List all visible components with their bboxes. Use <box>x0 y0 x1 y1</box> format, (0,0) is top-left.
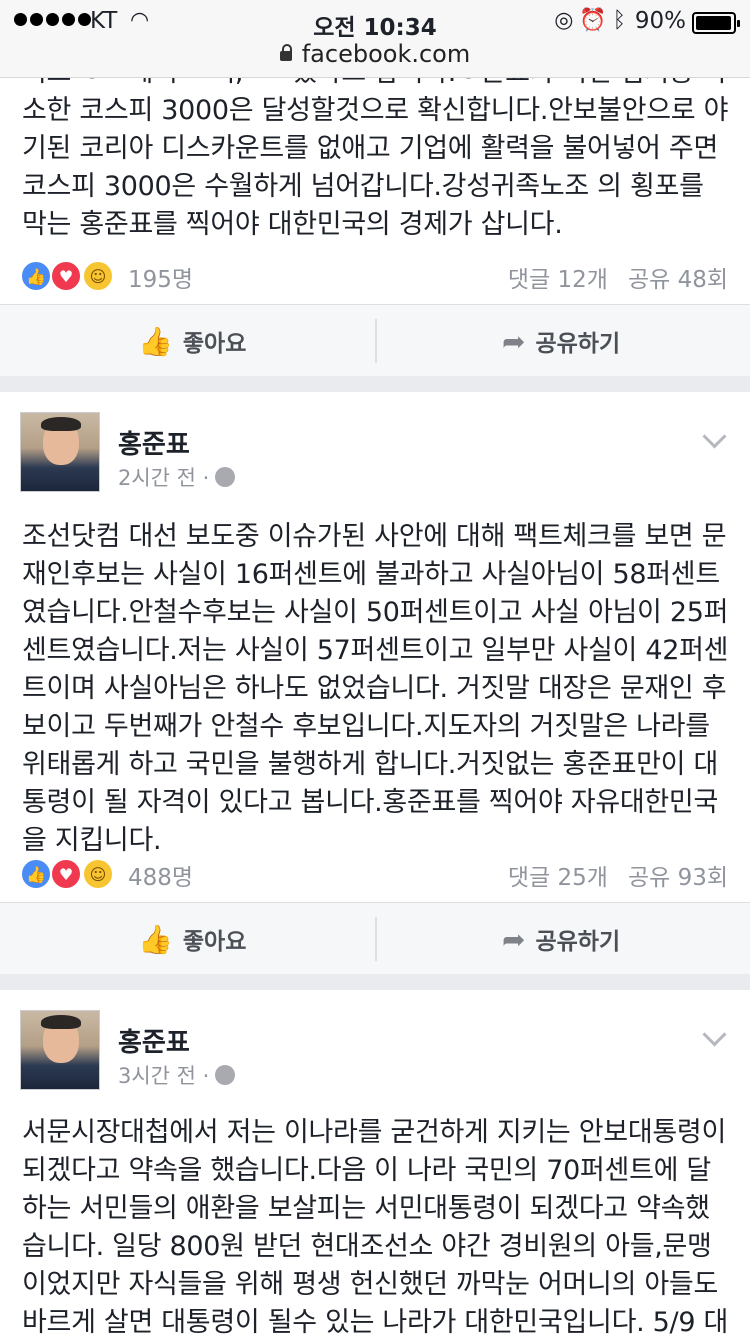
thumbs-up-icon: 👍 <box>138 324 173 358</box>
post-stats: 댓글 25개 공유 93회 <box>508 858 728 892</box>
post-text: 서문시장대첩에서 저는 이나라를 굳건하게 지키는 안보대통령이 되겠다고 약속… <box>22 1117 729 1334</box>
shares-count[interactable]: 공유 93회 <box>628 865 728 891</box>
reactions-row[interactable]: 👍 ♥ ☺ 195명 댓글 12개 공유 48회 <box>20 258 728 298</box>
post-card: 홍준표 3시간 전 · 서문시장대첩에서 저는 이나라를 굳건하게 지키는 안보… <box>0 990 750 1334</box>
globe-icon <box>215 1065 236 1085</box>
share-arrow-icon: ➦ <box>502 922 526 956</box>
reactions-count: 488명 <box>128 865 194 891</box>
chevron-down-icon[interactable] <box>702 1024 730 1052</box>
shares-count[interactable]: 공유 48회 <box>628 267 728 293</box>
author-name[interactable]: 홍준표 <box>118 1022 190 1059</box>
haha-reaction-icon: ☺ <box>82 260 114 292</box>
lock-icon <box>279 44 292 61</box>
share-button[interactable]: ➦ 공유하기 <box>502 305 620 377</box>
like-button[interactable]: 👍 좋아요 <box>138 903 246 975</box>
haha-reaction-icon: ☺ <box>82 858 114 890</box>
share-label: 공유하기 <box>535 929 621 955</box>
like-button[interactable]: 👍 좋아요 <box>138 305 246 377</box>
share-label: 공유하기 <box>535 331 621 357</box>
action-divider <box>375 917 377 961</box>
address-bar[interactable]: facebook.com <box>0 40 750 68</box>
action-divider <box>375 319 377 363</box>
browser-top-bar: KT ◠ 오전 10:34 ◎⏰ᛒ 90% facebook.com <box>0 0 750 78</box>
reactions-count: 195명 <box>128 267 194 293</box>
post-meta: 2시간 전 · <box>118 462 236 492</box>
post-action-bar: 👍 좋아요 ➦ 공유하기 <box>0 304 750 376</box>
reactions-row[interactable]: 👍 ♥ ☺ 488명 댓글 25개 공유 93회 <box>20 856 728 896</box>
like-reaction-icon: 👍 <box>20 858 52 890</box>
battery-fill <box>696 16 732 30</box>
author-avatar[interactable] <box>20 1010 100 1090</box>
battery-icon <box>692 12 740 34</box>
author-name[interactable]: 홍준표 <box>118 424 190 461</box>
love-reaction-icon: ♥ <box>50 858 82 890</box>
share-button[interactable]: ➦ 공유하기 <box>502 903 620 975</box>
like-reaction-icon: 👍 <box>20 260 52 292</box>
facebook-mobile-feed: KT ◠ 오전 10:34 ◎⏰ᛒ 90% facebook.com 이드 ㅎㄷ… <box>0 0 750 1334</box>
post-text: 이드 ㅎㄷ에서 ㄷ씩,ㅗㅗ였다고 합니다.ㅎ준표가 되면 임기중 최소한 코스피… <box>22 57 729 240</box>
share-arrow-icon: ➦ <box>502 324 526 358</box>
post-time[interactable]: 3시간 전 · <box>118 1060 209 1090</box>
url-text: facebook.com <box>301 40 471 68</box>
post-card: 홍준표 2시간 전 · 조선닷컴 대선 보도중 이슈가된 사안에 대해 팩트체크… <box>0 392 750 974</box>
status-bar: KT ◠ 오전 10:34 ◎⏰ᛒ 90% <box>0 8 750 41</box>
chevron-down-icon[interactable] <box>702 426 730 454</box>
bluetooth-icon: ᛒ <box>612 8 632 33</box>
rotation-lock-icon: ◎ <box>554 8 580 33</box>
post-action-bar: 👍 좋아요 ➦ 공유하기 <box>0 902 750 974</box>
like-label: 좋아요 <box>182 331 247 357</box>
thumbs-up-icon: 👍 <box>138 922 173 956</box>
author-avatar[interactable] <box>20 412 100 492</box>
post-meta: 3시간 전 · <box>118 1060 236 1090</box>
post-time[interactable]: 2시간 전 · <box>118 462 209 492</box>
love-reaction-icon: ♥ <box>50 260 82 292</box>
status-icons: ◎⏰ᛒ <box>554 8 632 33</box>
comments-count[interactable]: 댓글 25개 <box>508 865 608 891</box>
comments-count[interactable]: 댓글 12개 <box>508 267 608 293</box>
globe-icon <box>215 467 236 487</box>
like-label: 좋아요 <box>182 929 247 955</box>
post-stats: 댓글 12개 공유 48회 <box>508 260 728 294</box>
alarm-icon: ⏰ <box>579 8 613 33</box>
battery-percent: 90% <box>634 8 686 34</box>
post-text: 조선닷컴 대선 보도중 이슈가된 사안에 대해 팩트체크를 보면 문재인후보는 … <box>22 521 729 856</box>
